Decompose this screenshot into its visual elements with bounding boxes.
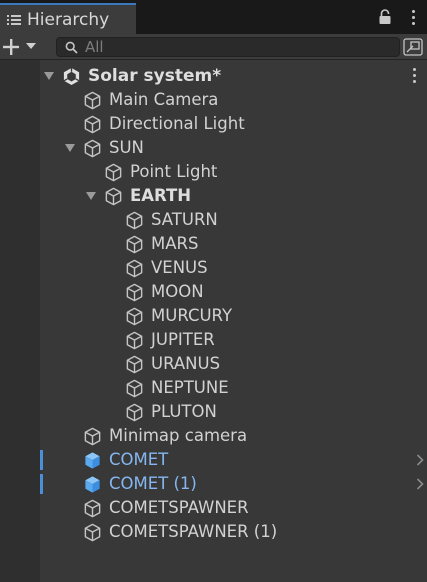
unity-scene-icon bbox=[63, 67, 80, 86]
hierarchy-item[interactable]: Minimap camera bbox=[0, 424, 427, 448]
hierarchy-item[interactable]: EARTH bbox=[0, 184, 427, 208]
item-label: JUPITER bbox=[151, 330, 215, 349]
kebab-menu-icon[interactable] bbox=[410, 10, 416, 26]
prefab-icon bbox=[85, 452, 100, 469]
hierarchy-item[interactable]: JUPITER bbox=[0, 328, 427, 352]
gameobject-icon bbox=[126, 355, 143, 374]
hierarchy-item[interactable]: MARS bbox=[0, 232, 427, 256]
gameobject-icon bbox=[84, 499, 101, 518]
hierarchy-item[interactable]: SUN bbox=[0, 136, 427, 160]
hierarchy-item[interactable]: Point Light bbox=[0, 160, 427, 184]
hierarchy-item[interactable]: COMETSPAWNER (1) bbox=[0, 520, 427, 544]
gameobject-icon bbox=[84, 427, 101, 446]
item-label: MARS bbox=[151, 234, 199, 253]
item-label: EARTH bbox=[130, 186, 192, 205]
scene-row[interactable]: Solar system* bbox=[0, 64, 427, 88]
gameobject-icon bbox=[84, 523, 101, 542]
hierarchy-item[interactable]: VENUS bbox=[0, 256, 427, 280]
hierarchy-item[interactable]: MURCURY bbox=[0, 304, 427, 328]
gameobject-icon bbox=[126, 211, 143, 230]
chevron-down-icon[interactable] bbox=[26, 43, 36, 50]
expand-arrow-icon[interactable] bbox=[65, 144, 75, 153]
search-field[interactable] bbox=[56, 37, 400, 57]
hierarchy-item[interactable]: COMETSPAWNER bbox=[0, 496, 427, 520]
item-label: Minimap camera bbox=[109, 426, 248, 445]
plus-icon[interactable] bbox=[2, 38, 20, 56]
gameobject-icon bbox=[126, 283, 143, 302]
hamburger-icon bbox=[7, 14, 21, 25]
item-label: MURCURY bbox=[151, 306, 233, 325]
item-label: COMET bbox=[109, 450, 169, 469]
hierarchy-item[interactable]: URANUS bbox=[0, 352, 427, 376]
search-icon bbox=[65, 41, 78, 54]
hierarchy-item[interactable]: PLUTON bbox=[0, 400, 427, 424]
scene-menu-icon[interactable] bbox=[411, 68, 417, 84]
prefab-override-bar bbox=[40, 450, 43, 470]
hierarchy-item[interactable]: SATURN bbox=[0, 208, 427, 232]
item-label: Point Light bbox=[130, 162, 218, 181]
item-label: Main Camera bbox=[109, 90, 219, 109]
item-label: NEPTUNE bbox=[151, 378, 229, 397]
gameobject-icon bbox=[126, 331, 143, 350]
item-label: MOON bbox=[151, 282, 204, 301]
chevron-right-icon[interactable] bbox=[416, 478, 424, 490]
hierarchy-item-prefab[interactable]: COMET bbox=[0, 448, 427, 472]
hierarchy-item[interactable]: Directional Light bbox=[0, 112, 427, 136]
gameobject-icon bbox=[126, 307, 143, 326]
item-label: URANUS bbox=[151, 354, 221, 373]
gameobject-icon bbox=[126, 403, 143, 422]
tab-hierarchy[interactable]: Hierarchy bbox=[0, 3, 136, 34]
gameobject-icon bbox=[84, 115, 101, 134]
hierarchy-item-prefab[interactable]: COMET (1) bbox=[0, 472, 427, 496]
gameobject-icon bbox=[84, 139, 101, 158]
item-label: COMETSPAWNER (1) bbox=[109, 522, 278, 541]
prefab-override-bar bbox=[40, 474, 43, 494]
item-label: COMETSPAWNER bbox=[109, 498, 249, 517]
prefab-icon bbox=[85, 476, 100, 493]
expand-arrow-icon[interactable] bbox=[44, 72, 54, 81]
item-label: SATURN bbox=[151, 210, 218, 229]
item-label: PLUTON bbox=[151, 402, 217, 421]
gameobject-icon bbox=[126, 379, 143, 398]
gameobject-icon bbox=[105, 163, 122, 182]
hierarchy-item[interactable]: MOON bbox=[0, 280, 427, 304]
panel-title: Hierarchy bbox=[27, 9, 110, 30]
item-label: COMET (1) bbox=[109, 474, 197, 493]
scene-name: Solar system* bbox=[88, 66, 222, 86]
lock-icon[interactable] bbox=[378, 9, 392, 25]
expand-arrow-icon[interactable] bbox=[86, 192, 96, 201]
chevron-right-icon[interactable] bbox=[416, 454, 424, 466]
gameobject-icon bbox=[126, 259, 143, 278]
item-label: SUN bbox=[109, 138, 144, 157]
gameobject-icon bbox=[84, 91, 101, 110]
panel-tab-bar: Hierarchy bbox=[0, 0, 427, 34]
scene-visibility-icon[interactable] bbox=[403, 38, 423, 56]
item-label: Directional Light bbox=[109, 114, 245, 133]
hierarchy-toolbar bbox=[0, 34, 427, 60]
hierarchy-item[interactable]: NEPTUNE bbox=[0, 376, 427, 400]
gameobject-icon bbox=[105, 187, 122, 206]
search-input[interactable] bbox=[85, 38, 385, 56]
gameobject-icon bbox=[126, 235, 143, 254]
hierarchy-item[interactable]: Main Camera bbox=[0, 88, 427, 112]
item-label: VENUS bbox=[151, 258, 208, 277]
